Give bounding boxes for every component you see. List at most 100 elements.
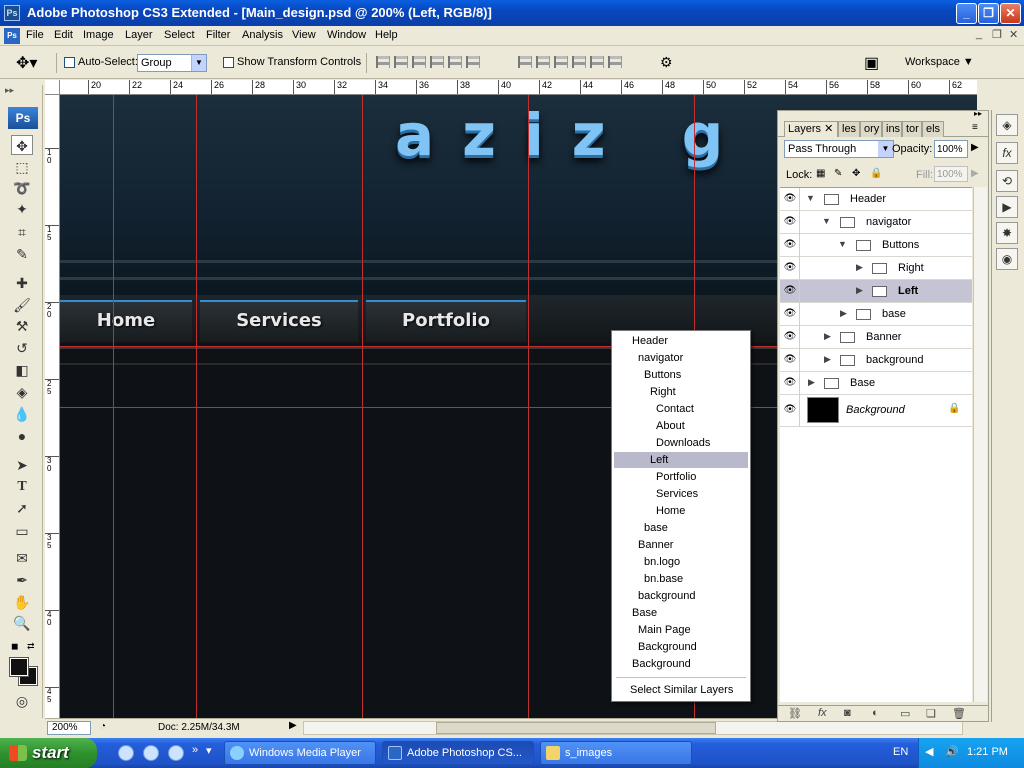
lock-position-icon[interactable]: ✥ bbox=[852, 168, 860, 179]
layer-row-right[interactable]: 👁 ▶ Right bbox=[780, 257, 972, 280]
blur-tool-icon[interactable]: 💧 bbox=[11, 404, 33, 424]
layer-row-background[interactable]: 👁 Background 🔒 bbox=[780, 395, 972, 427]
expand-triangle-icon[interactable]: ▼ bbox=[806, 193, 815, 203]
layers-panel-icon[interactable]: ◈ bbox=[996, 114, 1018, 136]
context-menu-item[interactable]: background bbox=[614, 588, 748, 604]
expand-triangle-icon[interactable]: ▼ bbox=[822, 216, 831, 226]
align-right-icon[interactable] bbox=[466, 56, 480, 68]
visibility-eye-icon[interactable]: 👁 bbox=[783, 377, 797, 389]
context-menu-item[interactable]: Main Page bbox=[614, 622, 748, 638]
collapse-triangle-icon[interactable]: ▶ bbox=[840, 308, 847, 319]
context-menu-item[interactable]: Services bbox=[614, 486, 748, 502]
opacity-field[interactable]: 100% bbox=[934, 140, 968, 158]
start-button[interactable]: start bbox=[0, 738, 97, 768]
lasso-tool-icon[interactable]: ➰ bbox=[11, 178, 33, 198]
distribute-hcenter-icon[interactable] bbox=[590, 56, 604, 68]
workspace-button[interactable]: Workspace ▼ bbox=[905, 56, 974, 68]
vertical-ruler[interactable]: 1 0 1 5 2 0 2 5 3 0 3 5 4 0 4 5 bbox=[45, 95, 60, 718]
visibility-eye-icon[interactable]: 👁 bbox=[783, 354, 797, 366]
notes-tool-icon[interactable]: ✉ bbox=[11, 548, 33, 568]
doc-restore-icon[interactable]: ❐ bbox=[992, 28, 1002, 41]
quicklaunch-more-icon[interactable]: » bbox=[192, 744, 198, 756]
layer-row-base-group[interactable]: 👁 ▶ Base bbox=[780, 372, 972, 395]
context-menu-item[interactable]: Banner bbox=[614, 537, 748, 553]
visibility-eye-icon[interactable]: 👁 bbox=[783, 239, 797, 251]
zoom-level-field[interactable]: 200% bbox=[47, 721, 91, 735]
navigator-panel-icon[interactable]: ✸ bbox=[996, 222, 1018, 244]
distribute-vcenter-icon[interactable] bbox=[536, 56, 550, 68]
delete-layer-icon[interactable]: 🗑 bbox=[952, 707, 966, 720]
blend-mode-dropdown[interactable]: Pass Through ▼ bbox=[784, 140, 894, 158]
zoom-tool-icon[interactable]: 🔍 bbox=[11, 613, 33, 633]
menu-filter[interactable]: Filter bbox=[206, 29, 230, 41]
close-button[interactable]: ✕ bbox=[1000, 3, 1021, 24]
layer-row-banner[interactable]: 👁 ▶ Banner bbox=[780, 326, 972, 349]
document-icon[interactable]: Ps bbox=[4, 28, 20, 44]
menu-view[interactable]: View bbox=[292, 29, 316, 41]
context-menu-item[interactable]: Portfolio bbox=[614, 469, 748, 485]
context-menu-item[interactable]: Home bbox=[614, 503, 748, 519]
layer-row-buttons[interactable]: 👁 ▼ Buttons bbox=[780, 234, 972, 257]
context-menu-item[interactable]: Left bbox=[614, 452, 748, 468]
task-photoshop[interactable]: Adobe Photoshop CS... bbox=[382, 741, 534, 765]
path-selection-tool-icon[interactable]: ➤ bbox=[11, 455, 33, 475]
menu-image[interactable]: Image bbox=[83, 29, 114, 41]
context-menu-item[interactable]: Contact bbox=[614, 401, 748, 417]
layer-row-left[interactable]: 👁 ▶ Left bbox=[780, 280, 972, 303]
tab-history[interactable]: ory bbox=[860, 121, 882, 137]
context-menu-item[interactable]: Buttons bbox=[614, 367, 748, 383]
visibility-eye-icon[interactable]: 👁 bbox=[783, 331, 797, 343]
history-panel-icon[interactable]: ⟲ bbox=[996, 170, 1018, 192]
layer-row-base[interactable]: 👁 ▶ base bbox=[780, 303, 972, 326]
lock-all-icon[interactable]: 🔒 bbox=[870, 168, 882, 179]
collapse-panel-icon[interactable]: ▸▸ bbox=[974, 109, 982, 118]
paint-bucket-tool-icon[interactable]: ◈ bbox=[11, 382, 33, 402]
ruler-origin[interactable] bbox=[45, 80, 60, 95]
menu-file[interactable]: File bbox=[26, 29, 44, 41]
layer-row-navigator[interactable]: 👁 ▼ navigator bbox=[780, 211, 972, 234]
restore-button[interactable]: ❐ bbox=[978, 3, 999, 24]
horizontal-scrollbar[interactable] bbox=[303, 721, 963, 735]
align-hcenter-icon[interactable] bbox=[448, 56, 462, 68]
dodge-tool-icon[interactable]: ● bbox=[11, 426, 33, 446]
collapse-toolbox-icon[interactable]: ▸▸ bbox=[5, 85, 14, 96]
align-left-icon[interactable] bbox=[430, 56, 444, 68]
brush-tool-icon[interactable]: 🖌 bbox=[11, 295, 33, 315]
doc-close-icon[interactable]: ✕ bbox=[1009, 28, 1018, 41]
context-menu-item[interactable]: navigator bbox=[614, 350, 748, 366]
auto-align-icon[interactable]: ⚙ bbox=[660, 54, 673, 71]
visibility-eye-icon[interactable]: 👁 bbox=[783, 308, 797, 320]
scrollbar-thumb[interactable] bbox=[436, 722, 716, 734]
auto-select-dropdown[interactable]: Group ▼ bbox=[137, 54, 207, 72]
doc-minimize-icon[interactable]: _ bbox=[976, 28, 982, 40]
auto-select-checkbox[interactable] bbox=[64, 57, 75, 68]
context-menu-item[interactable]: Background bbox=[614, 639, 748, 655]
foreground-color-swatch[interactable] bbox=[9, 657, 29, 677]
visibility-eye-icon[interactable]: 👁 bbox=[783, 193, 797, 205]
task-folder[interactable]: s_images bbox=[540, 741, 692, 765]
new-group-icon[interactable]: ▭ bbox=[900, 707, 910, 720]
tab-styles[interactable]: les bbox=[838, 121, 860, 137]
swap-colors-icon[interactable]: ⇄ bbox=[27, 641, 35, 652]
minimize-button[interactable]: _ bbox=[956, 3, 977, 24]
visibility-eye-icon[interactable]: 👁 bbox=[783, 216, 797, 228]
bridge-icon[interactable]: ▣ bbox=[864, 53, 879, 73]
status-menu-arrow-icon[interactable]: ▶ bbox=[289, 720, 297, 731]
crop-tool-icon[interactable]: ⌗ bbox=[11, 222, 33, 242]
menu-help[interactable]: Help bbox=[375, 29, 398, 41]
context-menu-item[interactable]: bn.base bbox=[614, 571, 748, 587]
visibility-eye-icon[interactable]: 👁 bbox=[783, 285, 797, 297]
hand-tool-icon[interactable]: ✋ bbox=[11, 592, 33, 612]
lock-transparent-icon[interactable]: ▦ bbox=[816, 168, 825, 179]
align-bottom-icon[interactable] bbox=[412, 56, 426, 68]
move-tool-icon[interactable]: ✥ bbox=[11, 135, 33, 155]
lock-image-icon[interactable]: ✎ bbox=[834, 168, 842, 179]
collapse-triangle-icon[interactable]: ▶ bbox=[824, 354, 831, 365]
opacity-slider-arrow-icon[interactable]: ▶ bbox=[971, 142, 979, 153]
adjustment-layer-icon[interactable]: ◐ bbox=[872, 707, 879, 719]
rectangle-tool-icon[interactable]: ▭ bbox=[11, 521, 33, 541]
show-transform-checkbox[interactable] bbox=[223, 57, 234, 68]
distribute-top-icon[interactable] bbox=[518, 56, 532, 68]
align-vcenter-icon[interactable] bbox=[394, 56, 408, 68]
layer-style-icon[interactable]: fx bbox=[818, 707, 827, 719]
